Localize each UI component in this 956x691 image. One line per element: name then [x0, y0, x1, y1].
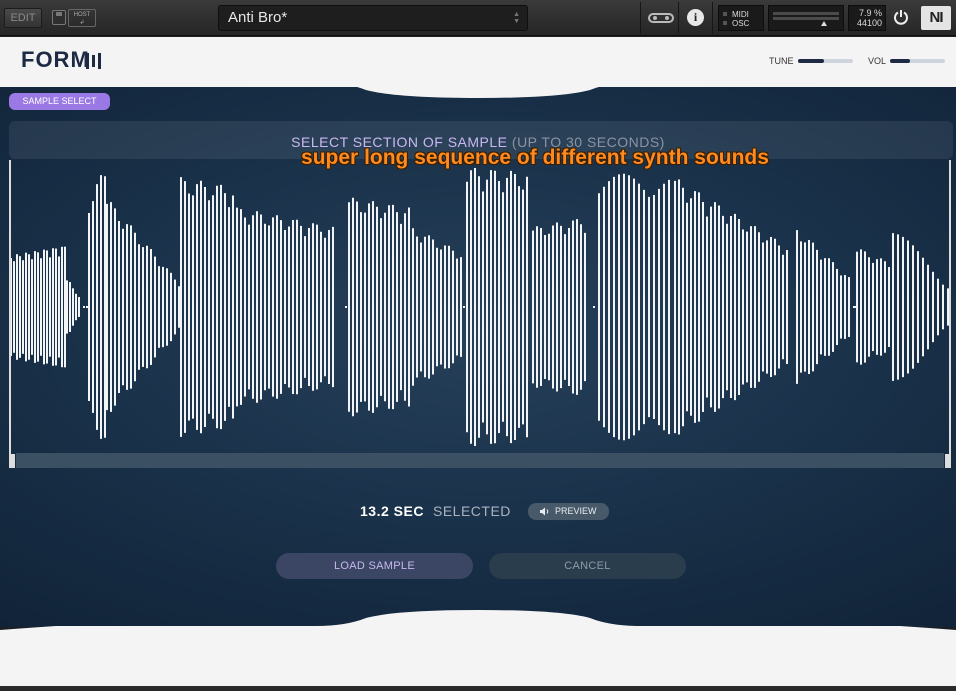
divider: [712, 2, 713, 34]
waveform-display[interactable]: [9, 159, 953, 455]
selected-label: SELECTED: [433, 503, 511, 519]
header-wave-edge: [0, 70, 956, 98]
sample-select-tab[interactable]: SAMPLE SELECT: [9, 93, 110, 110]
info-icon[interactable]: i: [687, 9, 704, 26]
vol-label: VOL: [868, 56, 887, 66]
load-sample-button[interactable]: LOAD SAMPLE: [276, 553, 473, 579]
waveform-silence-dot: [853, 306, 855, 308]
midi-osc-indicator: MIDI OSC: [718, 5, 764, 31]
vol-slider-fill: [890, 59, 910, 63]
meter-bar-left: [773, 12, 839, 15]
preset-name: Anti Bro*: [228, 9, 288, 26]
output-meter[interactable]: [768, 5, 844, 31]
waveform[interactable]: [9, 159, 953, 455]
midi-led: [723, 12, 727, 16]
speaker-icon: [540, 507, 549, 516]
meter-bar-right: [773, 17, 839, 20]
power-icon[interactable]: [893, 9, 909, 25]
loop-icon[interactable]: [648, 12, 674, 24]
tune-slider[interactable]: [798, 59, 853, 63]
vol-slider[interactable]: [890, 59, 945, 63]
divider: [640, 2, 641, 34]
logo-bars-icon: [86, 52, 104, 70]
selection-start-handle[interactable]: [9, 160, 16, 468]
waveform-silence-dot: [593, 306, 595, 308]
divider: [678, 2, 679, 34]
waveform-silence-dot: [86, 306, 88, 308]
annotation-caption: super long sequence of different synth s…: [301, 146, 769, 169]
waveform-silence-dot: [855, 306, 857, 308]
waveform-silence-dot: [463, 306, 465, 308]
host-toolbar: EDIT HOST ↲ Anti Bro* ▲ ▼ i MIDI OSC 7.9 %…: [0, 0, 956, 36]
waveform-silence-dot: [83, 306, 85, 308]
cpu-percent: 7.9 %: [858, 8, 882, 18]
osc-label: OSC: [732, 19, 750, 28]
host-button[interactable]: HOST ↲: [68, 9, 96, 27]
midi-label: MIDI: [732, 10, 749, 19]
selection-scrollbar[interactable]: [16, 453, 944, 468]
osc-led: [723, 21, 727, 25]
preview-label: PREVIEW: [555, 506, 597, 516]
tune-slider-fill: [798, 59, 825, 63]
preset-arrows-icon: ▲ ▼: [513, 11, 520, 25]
selection-end-handle[interactable]: [944, 160, 951, 468]
preview-button[interactable]: PREVIEW: [528, 503, 609, 520]
cancel-button[interactable]: CANCEL: [489, 553, 686, 579]
ni-logo: NI: [921, 6, 951, 30]
meter-level-marker[interactable]: [821, 21, 827, 26]
preset-selector[interactable]: Anti Bro* ▲ ▼: [218, 5, 528, 31]
save-icon[interactable]: [52, 10, 66, 25]
edit-button[interactable]: EDIT: [4, 8, 42, 28]
tune-label: TUNE: [769, 56, 794, 66]
cpu-display: 7.9 % 44100: [848, 5, 886, 31]
sample-rate: 44100: [856, 18, 882, 28]
footer-wave-edge: [0, 610, 956, 691]
selected-duration: 13.2 SEC: [360, 503, 424, 519]
host-button-label: HOST: [73, 12, 91, 18]
waveform-silence-dot: [345, 306, 347, 308]
